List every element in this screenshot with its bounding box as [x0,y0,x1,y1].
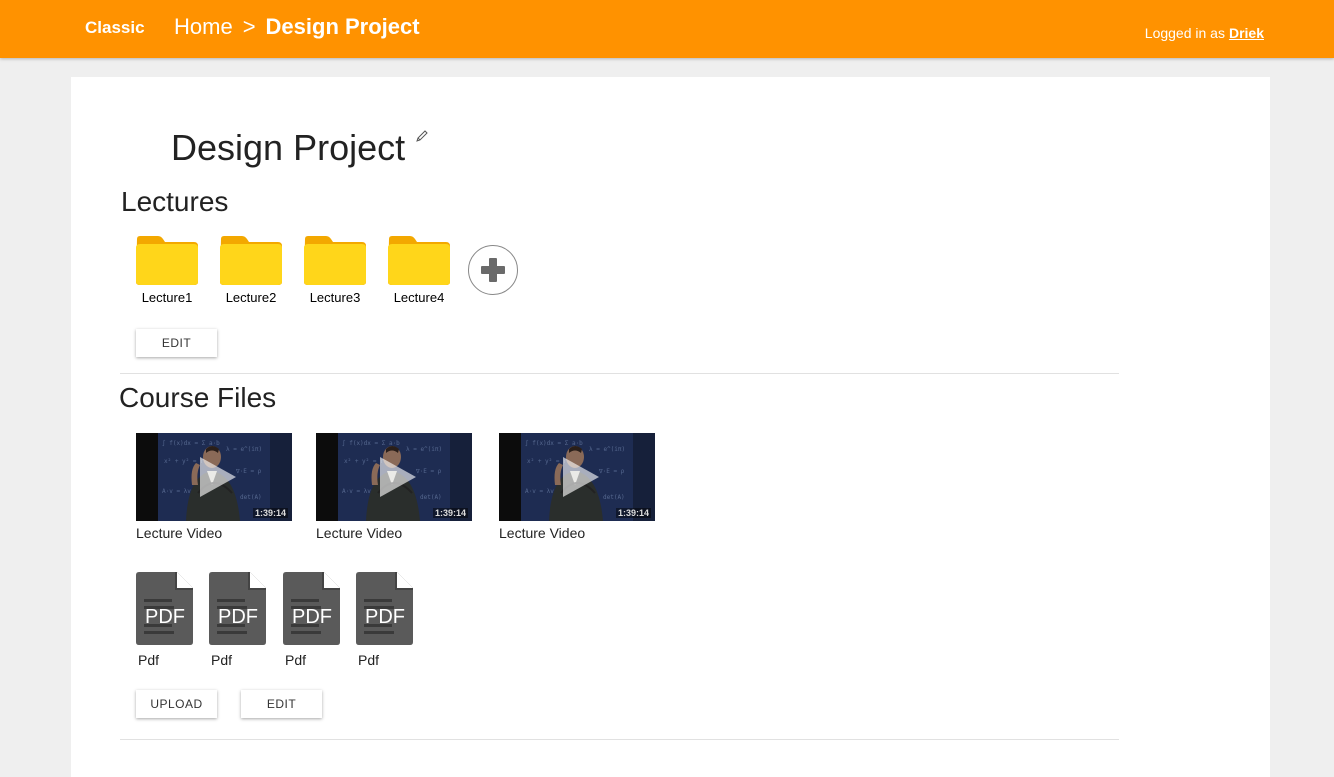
edit-course-files-button[interactable]: EDIT [241,690,322,718]
page-title: Design Project [171,127,429,169]
folder-label: Lecture2 [225,290,277,305]
breadcrumb-home-link[interactable]: Home [174,14,233,40]
lecture-video[interactable]: 1:39:14 Lecture Video [136,433,292,541]
lecture-video[interactable]: 1:39:14 Lecture Video [499,433,655,541]
add-lecture-button[interactable] [468,245,518,295]
pdf-file-icon: PDF [136,572,193,645]
video-label: Lecture Video [136,525,223,541]
lecture-video[interactable]: 1:39:14 Lecture Video [316,433,472,541]
breadcrumb: Home > Design Project [174,14,420,40]
pdf-file[interactable]: PDF Pdf [136,572,193,668]
pdf-file[interactable]: PDF Pdf [283,572,340,668]
folder-icon [386,234,452,286]
video-label: Lecture Video [499,525,586,541]
folder-label: Lecture1 [141,290,193,305]
lecture-folder[interactable]: Lecture1 [134,234,218,305]
pdf-icon-text: PDF [218,606,258,628]
pdf-label: Pdf [138,652,160,668]
pdf-file-icon: PDF [209,572,266,645]
folder-label: Lecture3 [309,290,361,305]
pdf-file[interactable]: PDF Pdf [209,572,266,668]
pdf-label: Pdf [211,652,233,668]
video-duration: 1:39:14 [432,508,468,518]
video-thumbnail[interactable]: 1:39:14 [316,433,472,521]
video-duration: 1:39:14 [615,508,651,518]
section-divider [120,373,1119,374]
lecture-folder[interactable]: Lecture3 [302,234,386,305]
folder-label: Lecture4 [393,290,445,305]
login-status: Logged in as Driek [1145,25,1264,41]
breadcrumb-separator: > [242,14,256,39]
lecture-folder[interactable]: Lecture2 [218,234,302,305]
video-thumbnail[interactable]: 1:39:14 [136,433,292,521]
username-link[interactable]: Driek [1229,25,1264,41]
folder-icon [218,234,284,286]
pencil-icon[interactable] [415,129,429,143]
pdf-file-icon: PDF [283,572,340,645]
lecture-folder-list: Lecture1 Lecture2 Lecture3 Lecture4 [134,234,470,305]
pdf-label: Pdf [358,652,380,668]
pdf-icon-text: PDF [365,606,405,628]
lectures-heading: Lectures [121,186,229,217]
pdf-file-icon: PDF [356,572,413,645]
lecture-folder[interactable]: Lecture4 [386,234,470,305]
folder-icon [302,234,368,286]
upload-button[interactable]: UPLOAD [136,690,217,718]
brand-label[interactable]: Classic [85,18,145,38]
course-files-heading: Course Files [119,382,277,413]
pdf-icon-text: PDF [145,606,185,628]
video-label: Lecture Video [316,525,403,541]
video-duration: 1:39:14 [252,508,288,518]
pdf-label: Pdf [285,652,307,668]
section-divider [120,739,1119,740]
main-card: Design Project Lectures Lecture1 Lecture… [71,77,1270,777]
plus-icon [481,258,505,282]
edit-lectures-button[interactable]: EDIT [136,329,217,357]
folder-icon [134,234,200,286]
top-navigation-bar: Classic Home > Design Project Logged in … [0,0,1334,58]
login-prefix: Logged in as [1144,25,1225,41]
pdf-file[interactable]: PDF Pdf [356,572,413,668]
page-title-text: Design Project [171,127,406,168]
pdf-icon-text: PDF [292,606,332,628]
video-thumbnail[interactable]: 1:39:14 [499,433,655,521]
breadcrumb-current: Design Project [265,14,420,39]
